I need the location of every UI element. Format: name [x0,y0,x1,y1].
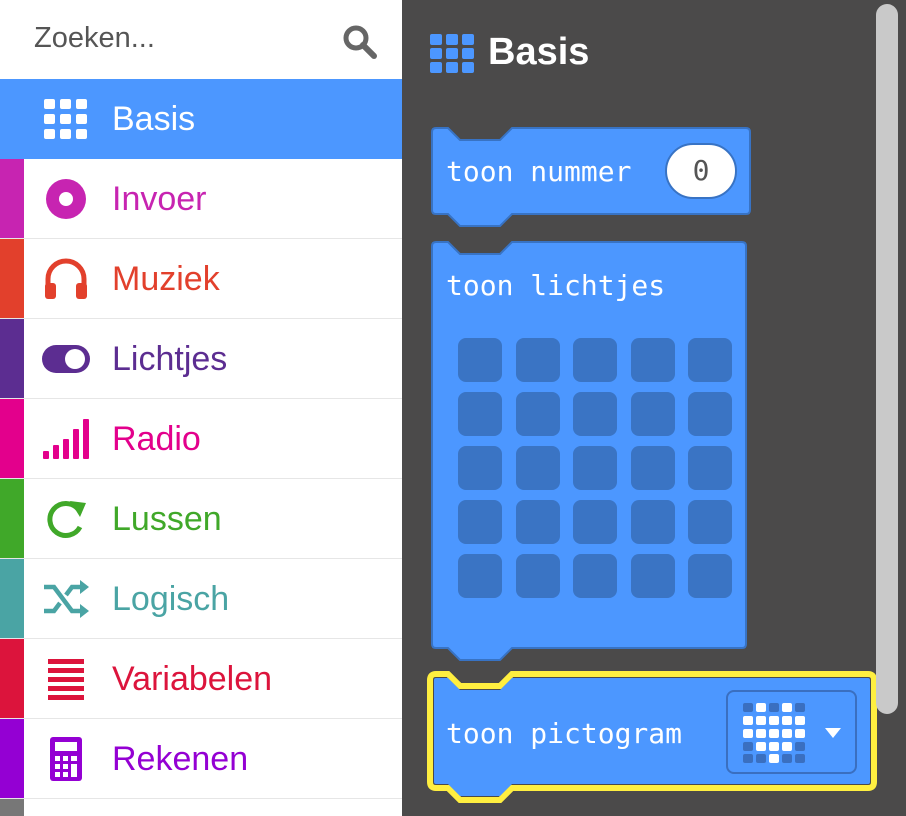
category-color-stripe [0,799,24,816]
led-cell[interactable] [516,338,560,382]
dropdown-arrow-icon [825,728,841,738]
shuffle-icon [44,580,89,618]
category-label: Rekenen [112,740,249,778]
category-color-stripe [0,559,24,638]
block-text-toon-pictogram: toon pictogram [446,717,683,750]
category-label: Logisch [112,580,230,618]
category-invoer[interactable]: Invoer [0,159,402,239]
category-partial[interactable] [0,799,402,816]
category-variabelen[interactable]: Variabelen [0,639,402,719]
headphones-icon [45,258,87,299]
search-icon[interactable] [340,22,380,62]
led-cell[interactable] [573,500,617,544]
led-cell[interactable] [573,338,617,382]
category-label: Invoer [112,180,207,218]
led-cell[interactable] [688,500,732,544]
led-cell[interactable] [688,338,732,382]
search-bar[interactable]: Zoeken... [0,0,402,79]
toolbox-sidebar: Zoeken... Basis Invoer Muziek Lichtjes R… [0,0,403,816]
category-radio[interactable]: Radio [0,399,402,479]
category-label: Basis [112,100,196,138]
block-text-toon-lichtjes: toon lichtjes [446,269,666,302]
heart-icon [743,703,805,763]
grid-icon [44,99,87,139]
category-color-stripe [0,319,24,398]
led-cell[interactable] [458,392,502,436]
list-lines-icon [48,659,84,700]
led-cell[interactable] [688,446,732,490]
category-color-stripe [0,719,24,798]
category-label: Lichtjes [112,340,228,378]
category-label: Lussen [112,500,222,538]
icon-picker-dropdown[interactable] [726,690,857,774]
block-text-toon-nummer: toon nummer [446,155,632,188]
led-cell[interactable] [458,554,502,598]
led-cell[interactable] [573,446,617,490]
led-cell[interactable] [516,446,560,490]
led-cell[interactable] [458,500,502,544]
led-cell[interactable] [516,392,560,436]
category-color-stripe [0,239,24,318]
led-cell[interactable] [631,500,675,544]
category-label: Muziek [112,260,220,298]
target-icon [46,179,86,219]
led-cell[interactable] [458,338,502,382]
led-cell[interactable] [631,338,675,382]
search-input[interactable]: Zoeken... [34,22,155,55]
category-lichtjes[interactable]: Lichtjes [0,319,402,399]
flyout-scrollbar[interactable] [876,4,898,714]
led-cell[interactable] [573,392,617,436]
toggle-icon [42,345,90,373]
refresh-icon [47,500,86,538]
led-cell[interactable] [688,392,732,436]
led-cell[interactable] [458,446,502,490]
led-cell[interactable] [516,500,560,544]
number-input[interactable]: 0 [665,143,737,199]
category-color-stripe [0,159,24,238]
category-color-stripe [0,399,24,478]
category-logisch[interactable]: Logisch [0,559,402,639]
led-cell[interactable] [688,554,732,598]
category-color-stripe [0,639,24,718]
calculator-icon [50,737,82,781]
led-cell[interactable] [631,554,675,598]
category-rekenen[interactable]: Rekenen [0,719,402,799]
led-cell[interactable] [573,554,617,598]
category-label: Variabelen [112,660,273,698]
category-label: Radio [112,420,201,458]
category-lussen[interactable]: Lussen [0,479,402,559]
led-cell[interactable] [631,446,675,490]
category-color-stripe [0,479,24,558]
led-cell[interactable] [516,554,560,598]
signal-bars-icon [43,419,89,459]
category-muziek[interactable]: Muziek [0,239,402,319]
block-flyout: Basis toon nummer 0 toon lichtjes toon p… [402,0,906,816]
category-basis[interactable]: Basis [0,79,402,159]
led-cell[interactable] [631,392,675,436]
